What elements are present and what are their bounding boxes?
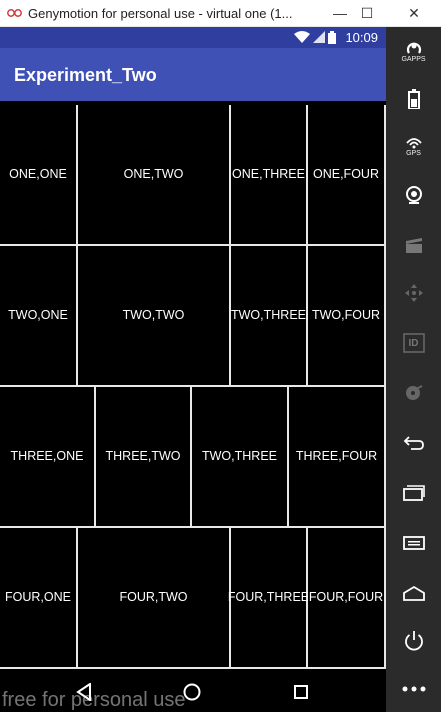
battery-icon	[407, 89, 420, 109]
grid-cell[interactable]: TWO,FOUR	[308, 246, 384, 385]
recents-nav-icon[interactable]	[288, 679, 314, 705]
id-label: ID	[408, 337, 419, 349]
grid-cell[interactable]: FOUR,TWO	[78, 528, 229, 667]
grid-cell[interactable]: ONE,ONE	[0, 105, 76, 244]
app-title: Experiment_Two	[14, 65, 157, 85]
grid-cell[interactable]: ONE,THREE	[231, 105, 306, 244]
move-button[interactable]	[386, 273, 441, 313]
move-arrows-icon	[404, 284, 423, 302]
device-screen: 10:09 Experiment_Two ONE,ONE ONE,TWO ONE…	[0, 27, 386, 712]
app-bar: Experiment_Two	[0, 48, 386, 101]
disk-button[interactable]	[386, 373, 441, 413]
gapps-button[interactable]: GAPPS	[386, 31, 441, 71]
battery-button[interactable]	[386, 79, 441, 119]
identifier-button[interactable]: ID	[386, 323, 441, 363]
grid-row-three: THREE,ONE THREE,TWO TWO,THREE THREE,FOUR	[0, 387, 386, 526]
battery-status-icon	[328, 30, 336, 44]
grid-cell[interactable]: FOUR,FOUR	[308, 528, 384, 667]
grid-cell[interactable]: ONE,TWO	[78, 105, 229, 244]
emulator-side-panel: GAPPS GPS ID	[386, 27, 441, 712]
clapperboard-icon	[405, 238, 422, 253]
recent-apps-icon	[402, 485, 425, 501]
back-arrow-icon	[403, 436, 424, 450]
grid-cell[interactable]: THREE,FOUR	[289, 387, 384, 526]
status-icons	[294, 30, 336, 44]
grid-cell[interactable]: THREE,ONE	[0, 387, 94, 526]
grid-cell[interactable]: TWO,THREE	[231, 246, 306, 385]
genymotion-logo-icon	[6, 4, 24, 22]
watermark-text: free for personal use	[2, 689, 186, 711]
home-icon	[402, 585, 425, 601]
media-button[interactable]	[386, 225, 441, 265]
power-icon	[404, 631, 423, 651]
status-bar: 10:09	[0, 27, 386, 48]
grid-cell[interactable]: ONE,FOUR	[308, 105, 384, 244]
wifi-icon	[294, 31, 310, 43]
gps-button[interactable]: GPS	[386, 127, 441, 167]
more-options-button[interactable]	[386, 669, 441, 709]
button-grid: ONE,ONE ONE,TWO ONE,THREE ONE,FOUR TWO,O…	[0, 105, 386, 669]
webcam-icon	[405, 186, 422, 204]
window-title: Genymotion for personal use - virtual on…	[28, 5, 293, 21]
back-button[interactable]	[386, 423, 441, 463]
recent-apps-button[interactable]	[386, 473, 441, 513]
close-button[interactable]: ✕	[396, 0, 432, 26]
signal-icon	[313, 31, 325, 43]
grid-cell[interactable]: FOUR,THREE	[228, 528, 309, 667]
menu-button[interactable]	[386, 523, 441, 563]
grid-cell[interactable]: TWO,ONE	[0, 246, 76, 385]
grid-cell[interactable]: FOUR,ONE	[0, 528, 76, 667]
maximize-button[interactable]: ☐	[349, 0, 385, 26]
gapps-icon	[406, 42, 421, 54]
grid-row-four: FOUR,ONE FOUR,TWO FOUR,THREE FOUR,FOUR	[0, 528, 386, 667]
grid-cell[interactable]: THREE,TWO	[96, 387, 190, 526]
grid-row-two: TWO,ONE TWO,TWO TWO,THREE TWO,FOUR	[0, 246, 386, 385]
webcam-button[interactable]	[386, 175, 441, 215]
gps-label: GPS	[406, 150, 421, 157]
grid-cell[interactable]: TWO,THREE	[192, 387, 287, 526]
status-time: 10:09	[345, 30, 378, 45]
gps-icon	[405, 138, 422, 149]
grid-cell[interactable]: TWO,TWO	[78, 246, 229, 385]
window-title-bar: Genymotion for personal use - virtual on…	[0, 0, 441, 27]
gapps-label: GAPPS	[401, 56, 426, 63]
home-button[interactable]	[386, 573, 441, 613]
power-button[interactable]	[386, 621, 441, 661]
menu-icon	[402, 536, 425, 550]
more-dots-icon	[402, 686, 425, 692]
disk-icon	[405, 385, 422, 400]
grid-row-one: ONE,ONE ONE,TWO ONE,THREE ONE,FOUR	[0, 105, 386, 244]
